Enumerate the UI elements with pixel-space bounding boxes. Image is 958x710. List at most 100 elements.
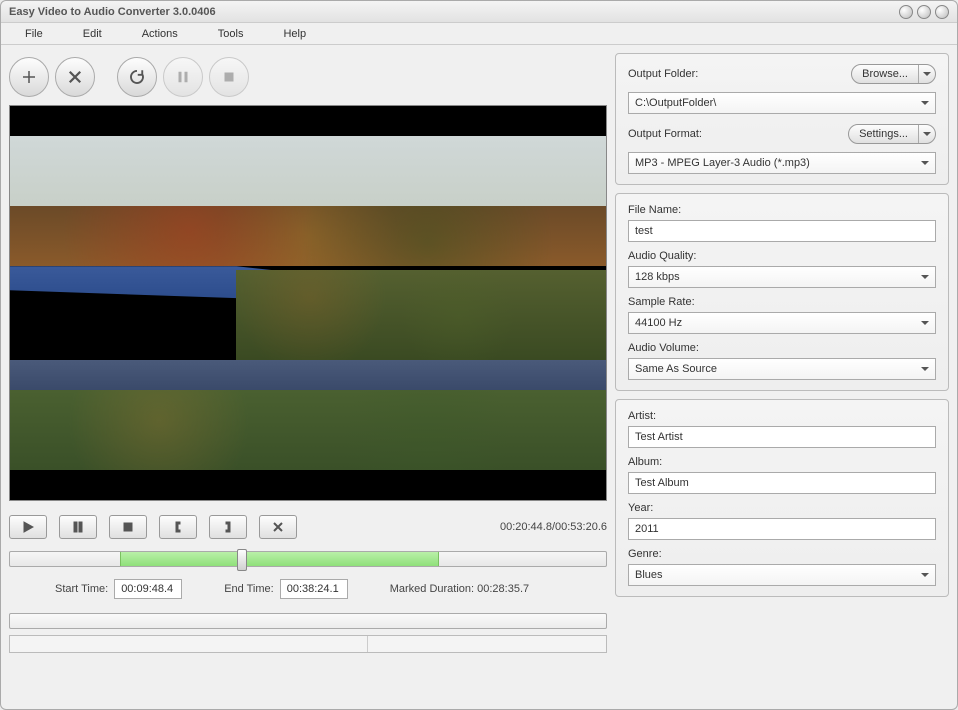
pause-icon [174, 68, 192, 86]
titlebar: Easy Video to Audio Converter 3.0.0406 [1, 1, 957, 23]
range-thumb[interactable] [237, 549, 247, 571]
close-button[interactable] [935, 5, 949, 19]
quality-select[interactable]: 128 kbps [628, 266, 936, 288]
filename-label: File Name: [628, 204, 936, 216]
x-icon [66, 68, 84, 86]
range-selection [120, 552, 439, 566]
year-input[interactable]: 2011 [628, 518, 936, 540]
video-preview [9, 105, 607, 501]
pause-button[interactable] [59, 515, 97, 539]
mark-start-button[interactable] [159, 515, 197, 539]
volume-value: Same As Source [635, 363, 717, 375]
settings-button[interactable]: Settings... [848, 124, 936, 144]
artist-value: Test Artist [635, 431, 683, 443]
stop-icon [122, 521, 134, 533]
pause-convert-button[interactable] [163, 57, 203, 97]
artist-label: Artist: [628, 410, 936, 422]
chevron-down-icon [919, 70, 935, 78]
quality-label: Audio Quality: [628, 250, 936, 262]
end-time-label: End Time: [224, 583, 274, 595]
window-buttons [899, 5, 949, 19]
pause-icon [72, 521, 84, 533]
menu-edit[interactable]: Edit [63, 25, 122, 43]
progress-bar [9, 613, 607, 629]
sample-rate-value: 44100 Hz [635, 317, 682, 329]
add-button[interactable] [9, 57, 49, 97]
times-row: Start Time: 00:09:48.4 End Time: 00:38:2… [9, 579, 607, 599]
chevron-down-icon [921, 571, 929, 579]
genre-select[interactable]: Blues [628, 564, 936, 586]
volume-select[interactable]: Same As Source [628, 358, 936, 380]
output-format-select[interactable]: MP3 - MPEG Layer-3 Audio (*.mp3) [628, 152, 936, 174]
output-folder-value: C:\OutputFolder\ [635, 97, 716, 109]
menu-help[interactable]: Help [263, 25, 326, 43]
menu-actions[interactable]: Actions [122, 25, 198, 43]
filename-value: test [635, 225, 653, 237]
chevron-down-icon [921, 365, 929, 373]
transport-controls: 00:20:44.8/00:53:20.6 [9, 515, 607, 539]
status-bar [9, 635, 607, 653]
window-title: Easy Video to Audio Converter 3.0.0406 [9, 6, 216, 18]
left-pane: 00:20:44.8/00:53:20.6 Start Time: 00:09:… [9, 53, 607, 701]
year-label: Year: [628, 502, 936, 514]
range-slider[interactable] [9, 551, 607, 567]
content: 00:20:44.8/00:53:20.6 Start Time: 00:09:… [1, 45, 957, 709]
bracket-left-icon [172, 521, 184, 533]
chevron-down-icon [921, 99, 929, 107]
quality-value: 128 kbps [635, 271, 680, 283]
browse-button[interactable]: Browse... [851, 64, 936, 84]
settings-label: Settings... [849, 125, 919, 143]
output-folder-select[interactable]: C:\OutputFolder\ [628, 92, 936, 114]
marked-duration-label: Marked Duration: 00:28:35.7 [390, 583, 529, 595]
bracket-right-icon [222, 521, 234, 533]
play-button[interactable] [9, 515, 47, 539]
remove-button[interactable] [55, 57, 95, 97]
toolbar [9, 53, 607, 105]
genre-label: Genre: [628, 548, 936, 560]
year-value: 2011 [635, 523, 659, 535]
chevron-down-icon [921, 319, 929, 327]
refresh-icon [128, 68, 146, 86]
menubar: File Edit Actions Tools Help [1, 23, 957, 45]
chevron-down-icon [921, 273, 929, 281]
convert-button[interactable] [117, 57, 157, 97]
stop-convert-button[interactable] [209, 57, 249, 97]
output-format-value: MP3 - MPEG Layer-3 Audio (*.mp3) [635, 157, 810, 169]
artist-input[interactable]: Test Artist [628, 426, 936, 448]
audio-panel: File Name: test Audio Quality: 128 kbps … [615, 193, 949, 391]
tags-panel: Artist: Test Artist Album: Test Album Ye… [615, 399, 949, 597]
play-icon [22, 521, 34, 533]
album-label: Album: [628, 456, 936, 468]
menu-tools[interactable]: Tools [198, 25, 264, 43]
plus-icon [20, 68, 38, 86]
stop-icon [220, 68, 238, 86]
output-panel: Output Folder: Browse... C:\OutputFolder… [615, 53, 949, 185]
x-icon [272, 521, 284, 533]
chevron-down-icon [921, 159, 929, 167]
album-input[interactable]: Test Album [628, 472, 936, 494]
clear-marks-button[interactable] [259, 515, 297, 539]
sample-rate-select[interactable]: 44100 Hz [628, 312, 936, 334]
right-pane: Output Folder: Browse... C:\OutputFolder… [615, 53, 949, 701]
status-cell-1 [10, 636, 368, 652]
volume-label: Audio Volume: [628, 342, 936, 354]
app-window: Easy Video to Audio Converter 3.0.0406 F… [0, 0, 958, 710]
album-value: Test Album [635, 477, 689, 489]
start-time-value[interactable]: 00:09:48.4 [114, 579, 182, 599]
chevron-down-icon [919, 130, 935, 138]
video-frame [10, 136, 606, 470]
filename-input[interactable]: test [628, 220, 936, 242]
end-time-value[interactable]: 00:38:24.1 [280, 579, 348, 599]
browse-label: Browse... [852, 65, 919, 83]
time-readout: 00:20:44.8/00:53:20.6 [500, 521, 607, 533]
minimize-button[interactable] [899, 5, 913, 19]
menu-file[interactable]: File [5, 25, 63, 43]
mark-end-button[interactable] [209, 515, 247, 539]
stop-button[interactable] [109, 515, 147, 539]
maximize-button[interactable] [917, 5, 931, 19]
output-folder-label: Output Folder: [628, 68, 698, 80]
status-cell-2 [368, 636, 606, 652]
genre-value: Blues [635, 569, 663, 581]
output-format-label: Output Format: [628, 128, 702, 140]
sample-rate-label: Sample Rate: [628, 296, 936, 308]
